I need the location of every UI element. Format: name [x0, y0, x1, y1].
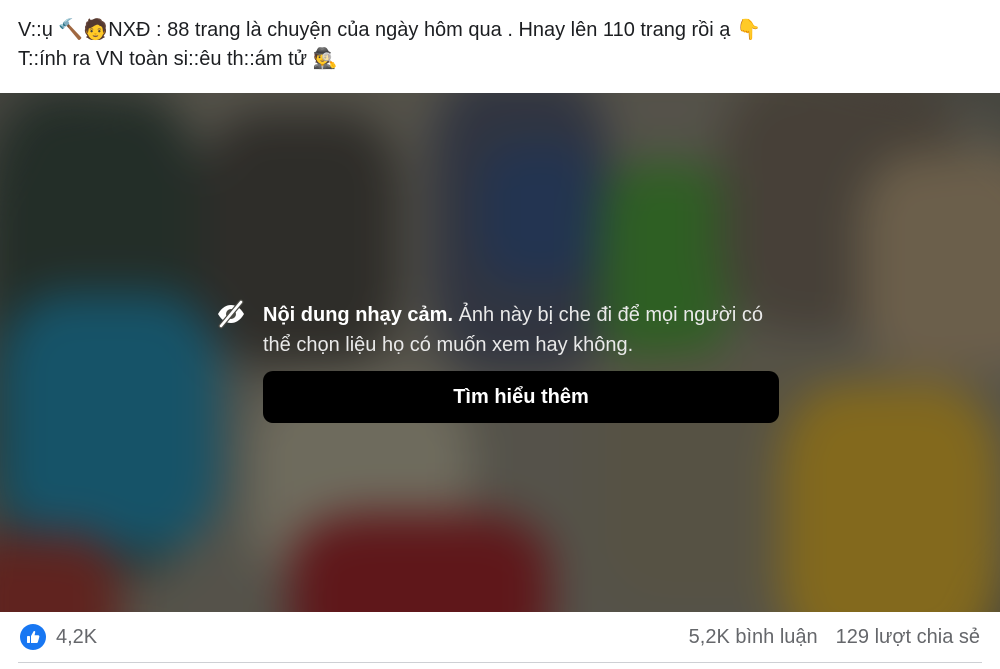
stats-divider — [18, 662, 982, 663]
engagement-counts: 5,2K bình luận 129 lượt chia sẻ — [689, 625, 980, 649]
blurred-photo[interactable]: Nội dung nhạy cảm. Ảnh này bị che đi để … — [0, 93, 1000, 612]
sensitive-content-title: Nội dung nhạy cảm. — [263, 304, 454, 326]
share-count-link[interactable]: 129 lượt chia sẻ — [836, 625, 980, 649]
post-caption-line-1: V::ụ 🔨🧑NXĐ : 88 trang là chuyện của ngày… — [18, 19, 761, 41]
reaction-count[interactable]: 4,2K — [56, 625, 97, 649]
like-reaction-badge[interactable] — [20, 624, 46, 650]
post-stats-bar: 4,2K 5,2K bình luận 129 lượt chia sẻ — [0, 612, 1000, 662]
comment-count-link[interactable]: 5,2K bình luận — [689, 625, 818, 649]
sensitive-content-message: Nội dung nhạy cảm. Ảnh này bị che đi để … — [263, 300, 783, 360]
eye-slash-icon — [218, 299, 244, 329]
post-caption-line-2: T::ính ra VN toàn si::êu th::ám tử 🕵️ — [18, 48, 338, 70]
learn-more-button[interactable]: Tìm hiểu thêm — [263, 371, 779, 423]
post-caption: V::ụ 🔨🧑NXĐ : 88 trang là chuyện của ngày… — [18, 16, 978, 74]
like-icon — [27, 630, 40, 643]
